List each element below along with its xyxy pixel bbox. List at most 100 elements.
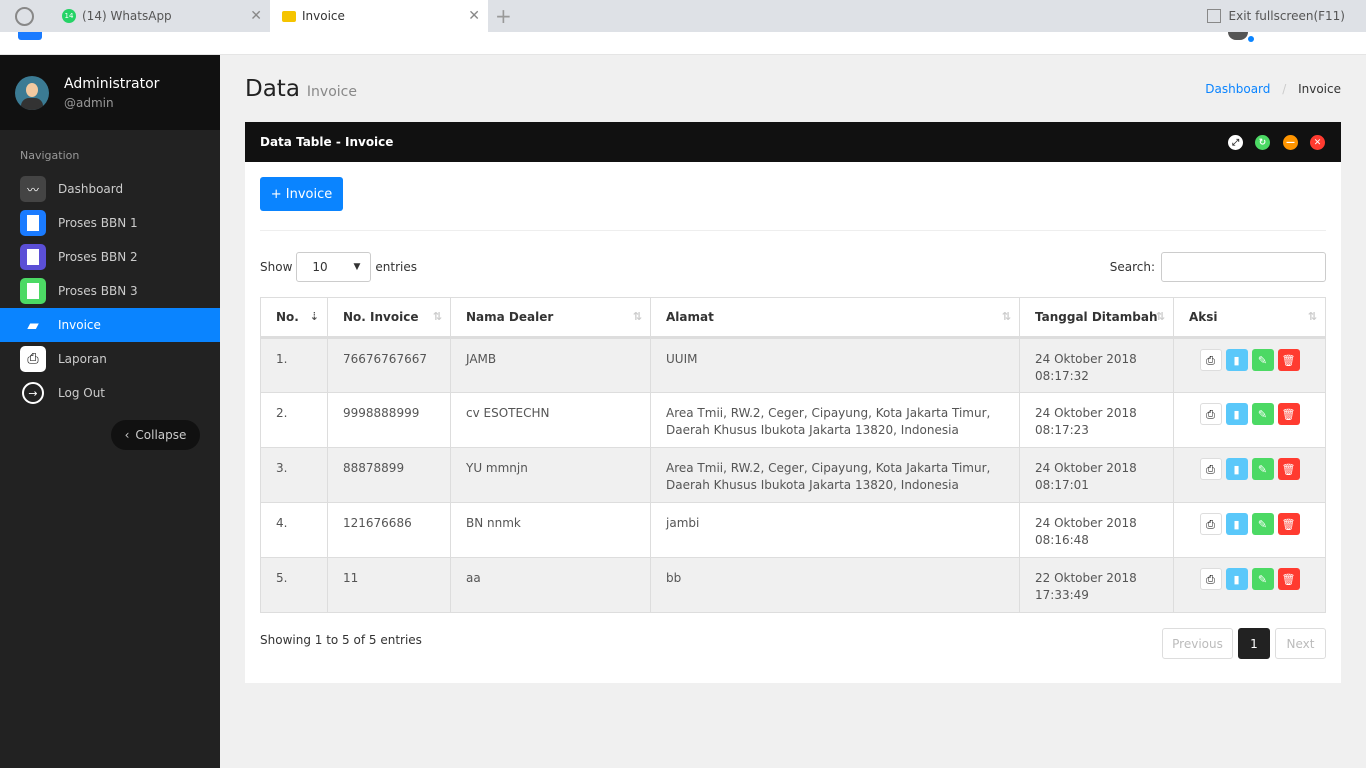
cell-alamat: jambi [650, 502, 1020, 558]
collapse-button[interactable]: ‹ Collapse [111, 420, 200, 450]
tab-whatsapp[interactable]: 14 (14) WhatsApp ✕ [50, 0, 270, 32]
edit-button[interactable]: ✎ [1251, 568, 1274, 590]
book-icon: ▰ [27, 316, 39, 334]
print-button[interactable]: ⎙ [1199, 349, 1222, 371]
cell-dealer: JAMB [450, 337, 651, 393]
print-button[interactable]: ⎙ [1199, 568, 1222, 590]
view-file-button[interactable]: ▮ [1225, 458, 1248, 480]
entries-select[interactable]: 10 ▼ [296, 252, 372, 282]
cell-tanggal: 24 Oktober 2018 08:17:23 [1019, 392, 1174, 448]
sort-icon: ⇅ [1307, 310, 1317, 323]
table-row: 5. 11 aa bb 22 Oktober 2018 17:33:49 ⎙ ▮ … [260, 557, 1326, 613]
sidebar-item-proses-bbn-2[interactable]: Proses BBN 2 [0, 240, 220, 274]
sidebar-item-invoice[interactable]: ▰ Invoice [0, 308, 220, 342]
minimize-icon[interactable]: — [1283, 135, 1298, 150]
cell-aksi: ⎙ ▮ ✎ 🗑 [1173, 392, 1326, 448]
cell-tanggal: 24 Oktober 2018 08:17:01 [1019, 447, 1174, 503]
delete-button[interactable]: 🗑 [1277, 458, 1300, 480]
table-row: 4. 121676686 BN nnmk jambi 24 Oktober 20… [260, 502, 1326, 558]
sidebar-item-proses-bbn-1[interactable]: Proses BBN 1 [0, 206, 220, 240]
close-tab-icon[interactable]: ✕ [250, 8, 262, 24]
col-tanggal[interactable]: Tanggal Ditambah ⇅ [1019, 297, 1174, 339]
sidebar-item-dashboard[interactable]: 〰 Dashboard [0, 172, 220, 206]
breadcrumb: Dashboard / Invoice [1205, 82, 1341, 96]
sidebar-item-laporan[interactable]: ⎙ Laporan [0, 342, 220, 376]
top-header [0, 32, 1366, 55]
cell-no: 3. [260, 447, 328, 503]
entries-label: entries [375, 260, 417, 274]
next-button[interactable]: Next [1275, 628, 1326, 659]
nav-label: Invoice [58, 318, 101, 332]
edit-button[interactable]: ✎ [1251, 403, 1274, 425]
search-label: Search: [1109, 260, 1155, 274]
nav-label: Proses BBN 1 [58, 216, 138, 230]
cell-alamat: bb [650, 557, 1020, 613]
collapse-label: Collapse [135, 428, 187, 442]
sort-icon: ⇅ [1155, 310, 1165, 323]
col-invoice[interactable]: No. Invoice ⇅ [327, 297, 451, 339]
delete-button[interactable]: 🗑 [1277, 568, 1300, 590]
user-name: Administrator [64, 76, 160, 92]
expand-icon[interactable]: ⤢ [1228, 135, 1243, 150]
browser-tab-bar: 14 (14) WhatsApp ✕ Invoice ✕ + Exit full… [0, 0, 1366, 32]
avatar [15, 76, 49, 110]
page-1-button[interactable]: 1 [1238, 628, 1270, 659]
tab-invoice[interactable]: Invoice ✕ [270, 0, 488, 32]
file-icon [20, 278, 46, 304]
cell-no: 1. [260, 337, 328, 393]
page-title: Data Invoice [245, 76, 357, 102]
cell-alamat: Area Tmii, RW.2, Ceger, Cipayung, Kota J… [650, 447, 1020, 503]
date: 24 Oktober 2018 [1035, 352, 1137, 366]
time: 08:17:01 [1035, 478, 1089, 492]
delete-button[interactable]: 🗑 [1277, 349, 1300, 371]
sidebar-item-proses-bbn-3[interactable]: Proses BBN 3 [0, 274, 220, 308]
view-file-button[interactable]: ▮ [1225, 349, 1248, 371]
exit-icon [1206, 9, 1221, 23]
reload-icon[interactable]: ↻ [1255, 135, 1270, 150]
entries-control: Show 10 ▼ entries [260, 252, 417, 282]
print-button[interactable]: ⎙ [1199, 458, 1222, 480]
view-file-button[interactable]: ▮ [1225, 513, 1248, 535]
cell-dealer: YU mmnjn [450, 447, 651, 503]
browser-logo-icon[interactable] [15, 7, 34, 26]
nav-label: Proses BBN 2 [58, 250, 138, 264]
view-file-button[interactable]: ▮ [1225, 403, 1248, 425]
breadcrumb-dashboard[interactable]: Dashboard [1205, 82, 1270, 96]
table-row: 2. 9998888999 cv ESOTECHN Area Tmii, RW.… [260, 392, 1326, 448]
time: 08:16:48 [1035, 533, 1089, 547]
delete-button[interactable]: 🗑 [1277, 513, 1300, 535]
cell-invoice: 11 [327, 557, 451, 613]
page-title-text: Data [245, 76, 300, 102]
pulse-icon: 〰 [20, 176, 46, 202]
edit-button[interactable]: ✎ [1251, 513, 1274, 535]
user-profile: Administrator @admin [0, 55, 220, 130]
col-no[interactable]: No. ⇣ [260, 297, 328, 339]
sidebar-item-log-out[interactable]: → Log Out [0, 376, 220, 410]
cell-no: 2. [260, 392, 328, 448]
edit-button[interactable]: ✎ [1251, 349, 1274, 371]
time: 08:17:32 [1035, 369, 1089, 383]
divider [260, 230, 1326, 231]
delete-button[interactable]: 🗑 [1277, 403, 1300, 425]
search-input[interactable] [1161, 252, 1326, 282]
print-button[interactable]: ⎙ [1199, 403, 1222, 425]
printer-icon: ⎙ [20, 346, 46, 372]
close-tab-icon[interactable]: ✕ [468, 8, 480, 24]
sort-icon: ⇅ [632, 310, 642, 323]
exit-fullscreen-button[interactable]: Exit fullscreen(F11) [1206, 9, 1345, 23]
view-file-button[interactable]: ▮ [1225, 568, 1248, 590]
show-label: Show [260, 260, 293, 274]
print-button[interactable]: ⎙ [1199, 513, 1222, 535]
date: 22 Oktober 2018 [1035, 571, 1137, 585]
previous-button[interactable]: Previous [1162, 628, 1233, 659]
add-invoice-button[interactable]: + Invoice [260, 177, 343, 211]
col-dealer[interactable]: Nama Dealer ⇅ [450, 297, 651, 339]
edit-button[interactable]: ✎ [1251, 458, 1274, 480]
col-alamat[interactable]: Alamat ⇅ [650, 297, 1020, 339]
header-avatar[interactable] [1228, 32, 1248, 40]
new-tab-button[interactable]: + [495, 4, 512, 28]
user-handle: @admin [64, 96, 114, 110]
col-aksi[interactable]: Aksi ⇅ [1173, 297, 1326, 339]
nav-heading: Navigation [20, 149, 80, 162]
close-icon[interactable]: ✕ [1310, 135, 1325, 150]
